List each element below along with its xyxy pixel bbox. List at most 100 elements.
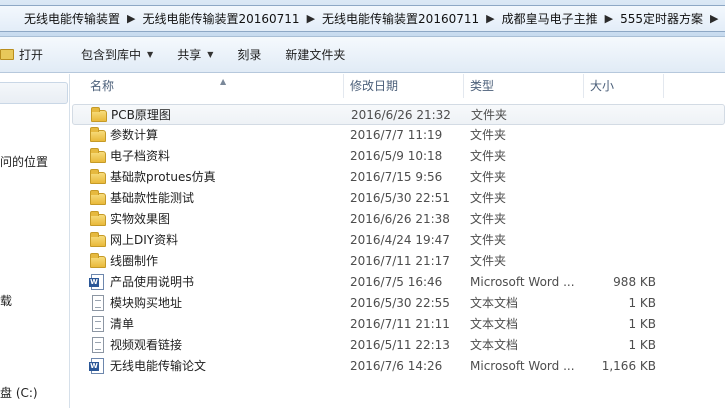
file-name: 网上DIY资料 bbox=[110, 233, 179, 247]
folder-icon bbox=[90, 148, 106, 163]
file-row[interactable]: 视频观看链接 2016/5/11 22:13 文本文档 1 KB bbox=[72, 335, 725, 356]
folder-icon bbox=[90, 232, 106, 247]
file-type: 文件夹 bbox=[470, 191, 507, 205]
file-row[interactable]: 基础款protues仿真 2016/7/15 9:56 文件夹 bbox=[72, 167, 725, 188]
column-header-size[interactable]: 大小 bbox=[584, 74, 664, 98]
column-header-name-label: 名称 bbox=[90, 79, 115, 93]
file-row[interactable]: PCB原理图 2016/6/26 21:32 文件夹 bbox=[72, 104, 725, 125]
file-type: 文件夹 bbox=[471, 108, 508, 122]
file-row[interactable]: 网上DIY资料 2016/4/24 19:47 文件夹 bbox=[72, 230, 725, 251]
dropdown-arrow-icon: ▼ bbox=[147, 50, 154, 59]
file-name: 基础款protues仿真 bbox=[110, 170, 216, 184]
file-type: 文本文档 bbox=[470, 296, 519, 310]
folder-icon bbox=[90, 253, 106, 268]
file-row[interactable]: 线圈制作 2016/7/11 21:17 文件夹 bbox=[72, 251, 725, 272]
file-size: 1 KB bbox=[628, 338, 656, 352]
file-name: PCB原理图 bbox=[111, 108, 171, 122]
chevron-right-icon[interactable]: ▶ bbox=[479, 12, 501, 25]
nav-item-local-disk-c[interactable]: 盘 (C:) bbox=[0, 384, 38, 401]
command-bar: 打开 包含到库中 ▼ 共享 ▼ 刻录 新建文件夹 bbox=[0, 37, 725, 73]
breadcrumb-item[interactable]: 无线电能传输装置 bbox=[0, 6, 120, 31]
nav-item-downloads[interactable]: 载 bbox=[0, 292, 12, 309]
breadcrumb-label[interactable]: 成都皇马电子主推 bbox=[502, 10, 598, 27]
file-date: 2016/7/15 9:56 bbox=[350, 170, 443, 184]
file-date: 2016/5/9 10:18 bbox=[350, 149, 443, 163]
breadcrumb-item[interactable]: ▶ 555定时器方案 ▶ bbox=[598, 6, 725, 31]
navigation-pane: 问的位置 载 盘 (C:) bbox=[0, 74, 70, 408]
text-doc-icon bbox=[92, 295, 104, 311]
folder-open-icon bbox=[0, 49, 14, 60]
word-doc-icon bbox=[89, 358, 104, 374]
column-header-type[interactable]: 类型 bbox=[464, 74, 584, 98]
file-name: 参数计算 bbox=[110, 128, 159, 142]
folder-icon bbox=[90, 190, 106, 205]
word-doc-icon bbox=[89, 274, 104, 290]
file-name: 基础款性能测试 bbox=[110, 191, 195, 205]
file-name: 产品使用说明书 bbox=[110, 275, 195, 289]
file-type: Microsoft Word ... bbox=[470, 275, 575, 289]
file-list: PCB原理图 2016/6/26 21:32 文件夹 参数计算 2016/7/7 11:… bbox=[72, 104, 725, 377]
file-name: 实物效果图 bbox=[110, 212, 171, 226]
file-type: Microsoft Word ... bbox=[470, 359, 575, 373]
column-header-date-label: 修改日期 bbox=[350, 79, 399, 93]
breadcrumb-label[interactable]: 555定时器方案 bbox=[620, 10, 703, 27]
file-name: 模块购买地址 bbox=[110, 296, 183, 310]
file-date: 2016/5/11 22:13 bbox=[350, 338, 450, 352]
breadcrumb-item[interactable]: ▶ 成都皇马电子主推 bbox=[479, 6, 597, 31]
file-row[interactable]: 模块购买地址 2016/5/30 22:55 文本文档 1 KB bbox=[72, 293, 725, 314]
file-type: 文件夹 bbox=[470, 254, 507, 268]
chevron-right-icon[interactable]: ▶ bbox=[598, 12, 620, 25]
breadcrumb[interactable]: 无线电能传输装置 ▶ 无线电能传输装置20160711 ▶ 无线电能传输装置20… bbox=[0, 5, 725, 32]
address-bar: 无线电能传输装置 ▶ 无线电能传输装置20160711 ▶ 无线电能传输装置20… bbox=[0, 0, 725, 37]
breadcrumb-item[interactable]: ▶ 无线电能传输装置20160711 bbox=[120, 6, 300, 31]
file-type: 文本文档 bbox=[470, 317, 519, 331]
column-header-name[interactable]: 名称 ▲ bbox=[84, 74, 344, 98]
file-name: 电子档资料 bbox=[110, 149, 171, 163]
folder-icon bbox=[90, 169, 106, 184]
file-row[interactable]: 实物效果图 2016/6/26 21:38 文件夹 bbox=[72, 209, 725, 230]
chevron-right-icon[interactable]: ▶ bbox=[120, 12, 142, 25]
file-type: 文本文档 bbox=[470, 338, 519, 352]
file-size: 1 KB bbox=[628, 317, 656, 331]
chevron-right-icon[interactable]: ▶ bbox=[300, 12, 322, 25]
file-row[interactable]: 基础款性能测试 2016/5/30 22:51 文件夹 bbox=[72, 188, 725, 209]
open-button[interactable]: 打开 bbox=[0, 41, 55, 69]
column-header-type-label: 类型 bbox=[470, 79, 495, 93]
burn-label: 刻录 bbox=[237, 48, 262, 62]
breadcrumb-item[interactable]: ▶ 无线电能传输装置20160711 bbox=[300, 6, 480, 31]
file-type: 文件夹 bbox=[470, 233, 507, 247]
file-date: 2016/7/7 11:19 bbox=[350, 128, 443, 142]
file-date: 2016/7/11 21:11 bbox=[350, 317, 450, 331]
breadcrumb-label[interactable]: 无线电能传输装置20160711 bbox=[142, 10, 299, 27]
file-row[interactable]: 无线电能传输论文 2016/7/6 14:26 Microsoft Word ...… bbox=[72, 356, 725, 377]
new-folder-label: 新建文件夹 bbox=[285, 48, 346, 62]
file-type: 文件夹 bbox=[470, 170, 507, 184]
file-type: 文件夹 bbox=[470, 149, 507, 163]
breadcrumb-label[interactable]: 无线电能传输装置20160711 bbox=[322, 10, 479, 27]
file-name: 视频观看链接 bbox=[110, 338, 183, 352]
burn-button[interactable]: 刻录 bbox=[225, 41, 273, 69]
folder-icon bbox=[90, 127, 106, 142]
folder-icon bbox=[90, 211, 106, 226]
file-date: 2016/7/11 21:17 bbox=[350, 254, 450, 268]
new-folder-button[interactable]: 新建文件夹 bbox=[273, 41, 357, 69]
share-button[interactable]: 共享 ▼ bbox=[165, 41, 225, 69]
file-row[interactable]: 产品使用说明书 2016/7/5 16:46 Microsoft Word ... 9… bbox=[72, 272, 725, 293]
chevron-right-icon[interactable]: ▶ bbox=[703, 12, 725, 25]
text-doc-icon bbox=[92, 316, 104, 332]
file-row[interactable]: 电子档资料 2016/5/9 10:18 文件夹 bbox=[72, 146, 725, 167]
file-size: 1 KB bbox=[628, 296, 656, 310]
nav-selected-item[interactable] bbox=[0, 82, 68, 104]
column-header-date[interactable]: 修改日期 bbox=[344, 74, 464, 98]
include-in-library-button[interactable]: 包含到库中 ▼ bbox=[69, 41, 165, 69]
file-row[interactable]: 清单 2016/7/11 21:11 文本文档 1 KB bbox=[72, 314, 725, 335]
file-type: 文件夹 bbox=[470, 212, 507, 226]
file-name: 清单 bbox=[110, 317, 135, 331]
breadcrumb-label[interactable]: 无线电能传输装置 bbox=[0, 10, 120, 27]
file-date: 2016/6/26 21:32 bbox=[351, 108, 451, 122]
file-row[interactable]: 参数计算 2016/7/7 11:19 文件夹 bbox=[72, 125, 725, 146]
column-header-size-label: 大小 bbox=[590, 79, 615, 93]
file-name: 线圈制作 bbox=[110, 254, 159, 268]
text-doc-icon bbox=[92, 337, 104, 353]
nav-item-recent-places[interactable]: 问的位置 bbox=[0, 153, 48, 170]
